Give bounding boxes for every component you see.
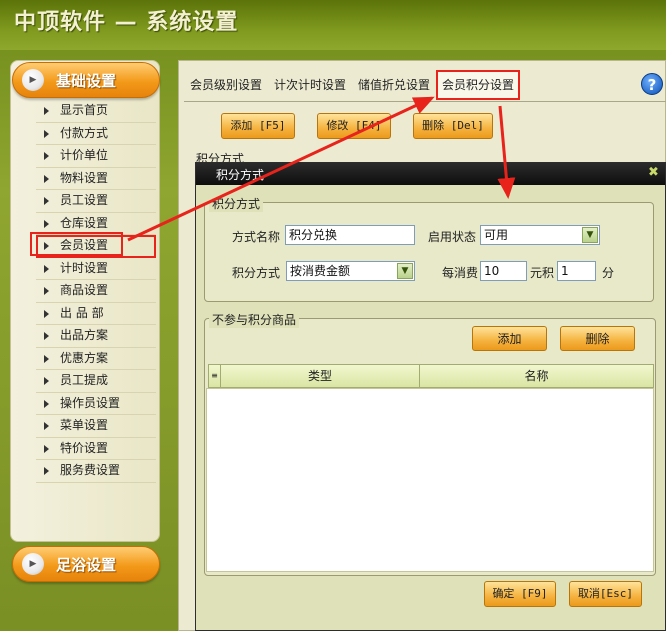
annotation-arrows <box>127 96 516 242</box>
